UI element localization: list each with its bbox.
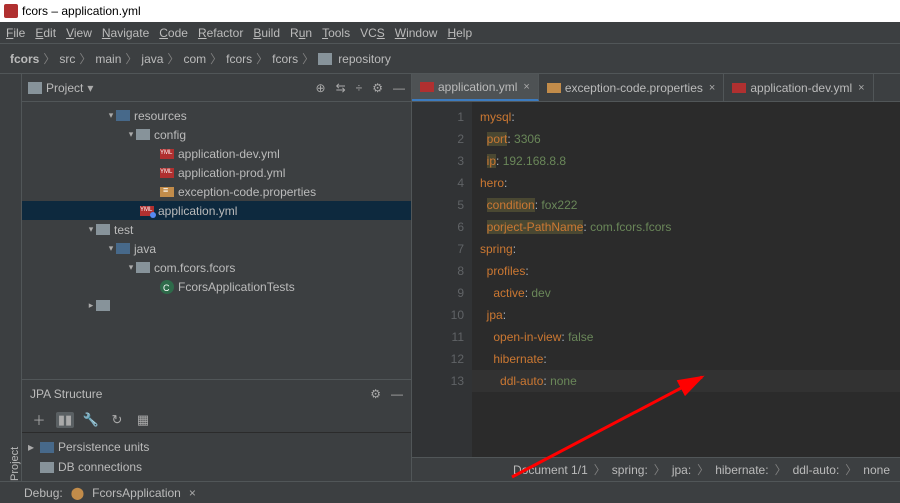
refresh-icon[interactable]: ↻ bbox=[108, 412, 126, 428]
crumb-2[interactable]: main bbox=[95, 52, 121, 66]
doc-indicator: Document 1/1 bbox=[513, 463, 588, 477]
close-icon[interactable]: × bbox=[709, 82, 715, 94]
menu-vcs[interactable]: VCS bbox=[360, 26, 385, 40]
wrench-icon[interactable]: 🔧 bbox=[82, 412, 100, 428]
filter-icon[interactable]: ▦ bbox=[134, 412, 152, 428]
tree-app-dev[interactable]: application-dev.yml bbox=[178, 147, 280, 161]
gear-icon[interactable]: ⚙ bbox=[370, 387, 381, 401]
select-opened-file-icon[interactable]: ⊕ bbox=[316, 81, 326, 95]
bar-icon[interactable]: ▮▮ bbox=[56, 412, 74, 428]
tree-test[interactable]: test bbox=[114, 223, 133, 237]
tree-exc-props[interactable]: exception-code.properties bbox=[178, 185, 316, 199]
menu-window[interactable]: Window bbox=[395, 26, 438, 40]
close-icon[interactable]: × bbox=[189, 486, 196, 500]
project-tool-header: Project ▾ ⊕ ⇆ ÷ ⚙ — bbox=[22, 74, 411, 102]
menu-tools[interactable]: Tools bbox=[322, 26, 350, 40]
jpa-structure-label[interactable]: JPA Structure bbox=[30, 387, 102, 401]
chevron-down-icon[interactable]: ▾ bbox=[87, 81, 93, 95]
window-titlebar: fcors – application.yml bbox=[0, 0, 900, 22]
folder-icon bbox=[318, 53, 332, 65]
close-icon[interactable]: × bbox=[523, 81, 529, 93]
menu-run[interactable]: Run bbox=[290, 26, 312, 40]
tree-java[interactable]: java bbox=[134, 242, 156, 256]
settings-icon[interactable]: ⚙ bbox=[372, 81, 383, 95]
code-body[interactable]: mysql: port: 3306 ip: 192.168.8.8 hero: … bbox=[472, 102, 900, 457]
tree-config[interactable]: config bbox=[154, 128, 186, 142]
tree-pkg[interactable]: com.fcors.fcors bbox=[154, 261, 235, 275]
tree-app-yml[interactable]: application.yml bbox=[158, 204, 237, 218]
window-title: fcors – application.yml bbox=[22, 4, 141, 18]
crumb-3[interactable]: java bbox=[141, 52, 163, 66]
expand-all-icon[interactable]: ⇆ bbox=[336, 81, 346, 95]
debug-label[interactable]: Debug: bbox=[24, 486, 63, 500]
close-icon[interactable]: × bbox=[858, 82, 864, 94]
tab-application-yml[interactable]: application.yml× bbox=[412, 74, 539, 101]
tree-class[interactable]: FcorsApplicationTests bbox=[178, 280, 295, 294]
menu-view[interactable]: View bbox=[66, 26, 92, 40]
collapse-all-icon[interactable]: ÷ bbox=[356, 81, 363, 95]
tree-resources[interactable]: resources bbox=[134, 109, 187, 123]
bug-icon: ⬤ bbox=[71, 486, 84, 500]
menu-build[interactable]: Build bbox=[253, 26, 280, 40]
crumb-5[interactable]: fcors bbox=[226, 52, 252, 66]
menu-bar: File Edit View Navigate Code Refactor Bu… bbox=[0, 22, 900, 44]
crumb-7[interactable]: repository bbox=[338, 52, 391, 66]
editor-breadcrumb: Document 1/1〉 spring:〉 jpa:〉 hibernate:〉… bbox=[412, 457, 900, 481]
tree-app-prod[interactable]: application-prod.yml bbox=[178, 166, 285, 180]
add-icon[interactable]: ＋ bbox=[30, 410, 48, 429]
menu-code[interactable]: Code bbox=[159, 26, 188, 40]
jpa-db[interactable]: DB connections bbox=[58, 460, 142, 474]
app-icon bbox=[4, 4, 18, 18]
menu-edit[interactable]: Edit bbox=[35, 26, 56, 40]
project-icon bbox=[28, 82, 42, 94]
menu-navigate[interactable]: Navigate bbox=[102, 26, 149, 40]
crumb-6[interactable]: fcors bbox=[272, 52, 298, 66]
debug-toolbar: Debug: ⬤ FcorsApplication × bbox=[0, 481, 900, 503]
jpa-structure-header: JPA Structure ⚙ — bbox=[22, 379, 411, 407]
crumb-0[interactable]: fcors bbox=[10, 52, 39, 66]
breadcrumb: fcors〉 src〉 main〉 java〉 com〉 fcors〉 fcor… bbox=[0, 44, 900, 74]
jpa-tree[interactable]: ▸Persistence units DB connections bbox=[22, 433, 411, 481]
sidebar-tab-project[interactable]: Project bbox=[9, 84, 21, 481]
gutter: 12345678910111213 bbox=[412, 102, 472, 457]
debug-config[interactable]: FcorsApplication bbox=[92, 486, 181, 500]
crumb-4[interactable]: com bbox=[183, 52, 206, 66]
crumb-1[interactable]: src bbox=[59, 52, 75, 66]
hide-icon[interactable]: — bbox=[391, 387, 403, 401]
hide-icon[interactable]: — bbox=[393, 81, 405, 95]
code-editor[interactable]: 12345678910111213 mysql: port: 3306 ip: … bbox=[412, 102, 900, 457]
sidebar-tab-strip: Project bbox=[0, 74, 22, 481]
tab-exception-code[interactable]: exception-code.properties× bbox=[539, 74, 725, 101]
jpa-persistence[interactable]: Persistence units bbox=[58, 440, 149, 454]
menu-help[interactable]: Help bbox=[447, 26, 472, 40]
jpa-toolbar: ＋ ▮▮ 🔧 ↻ ▦ bbox=[22, 407, 411, 433]
editor-tabs: application.yml× exception-code.properti… bbox=[412, 74, 900, 102]
menu-file[interactable]: File bbox=[6, 26, 25, 40]
project-tree[interactable]: ▾resources ▾config application-dev.yml a… bbox=[22, 102, 411, 379]
project-label[interactable]: Project bbox=[46, 81, 83, 95]
tab-application-dev[interactable]: application-dev.yml× bbox=[724, 74, 873, 101]
menu-refactor[interactable]: Refactor bbox=[198, 26, 243, 40]
